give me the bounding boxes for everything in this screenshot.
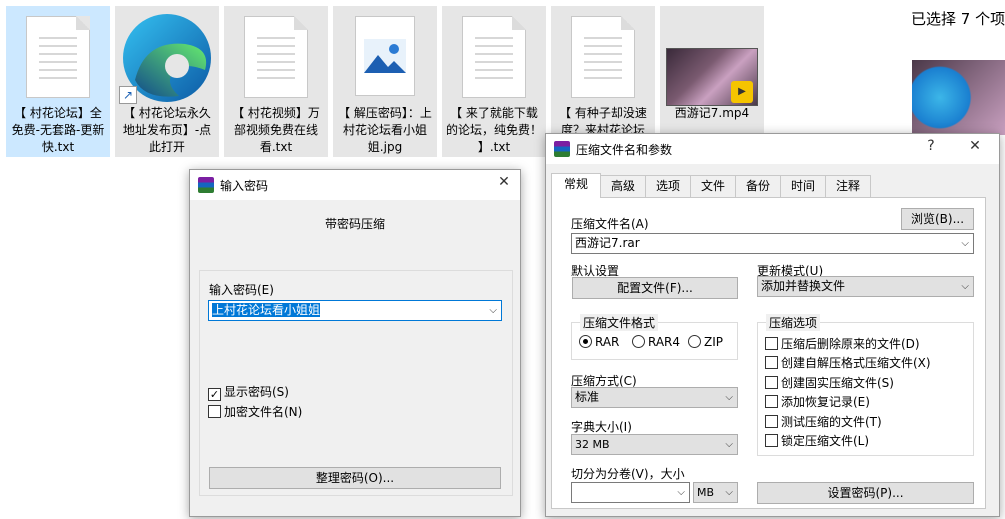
- file-caption: 【 来了就能下载的论坛，纯免费！ 】.txt: [445, 106, 542, 154]
- tab-backup[interactable]: 备份: [735, 175, 781, 197]
- password-label: 输入密码(E): [209, 283, 274, 297]
- checkbox-box[interactable]: ✓: [208, 388, 221, 401]
- format-group-label: 压缩文件格式: [580, 314, 659, 331]
- file-caption: 【 解压密码】：上村花论坛看小姐姐.jpg: [338, 106, 432, 154]
- file-caption: 【 村花论坛永久地址发布页】-点此打开: [122, 106, 212, 154]
- edge-browser-icon: ↗: [115, 10, 219, 104]
- set-password-button[interactable]: 设置密码(P)...: [757, 482, 974, 504]
- selection-summary: 已选择 7 个项: [911, 10, 1005, 28]
- file-tile-1[interactable]: ↗ 【 村花论坛永久地址发布页】-点此打开: [115, 6, 219, 157]
- split-size-input[interactable]: ⌵: [571, 482, 690, 503]
- preview-thumbnail: [912, 60, 1005, 135]
- method-select[interactable]: 标准 ⌵: [571, 387, 738, 408]
- split-volumes-label: 切分为分卷(V)，大小: [571, 467, 685, 481]
- tab-general[interactable]: 常规: [551, 173, 601, 198]
- dict-size-label: 字典大小(I): [571, 420, 632, 434]
- option-test[interactable]: 测试压缩的文件(T): [765, 413, 882, 430]
- file-tile-2[interactable]: 【 村花视频】万部视频免费在线看.txt: [224, 6, 328, 157]
- player-badge-icon: ▶: [731, 81, 753, 103]
- chevron-down-icon[interactable]: ⌵: [677, 483, 685, 502]
- option-delete-after[interactable]: 压缩后删除原来的文件(D): [765, 335, 920, 352]
- checkbox-box[interactable]: [765, 395, 778, 408]
- radio-dot[interactable]: [632, 335, 645, 348]
- option-sfx[interactable]: 创建自解压格式压缩文件(X): [765, 354, 931, 371]
- tab-comment[interactable]: 注释: [825, 175, 871, 197]
- archive-dialog-title: 压缩文件名和参数: [576, 143, 673, 157]
- checkbox-box[interactable]: [765, 356, 778, 369]
- checkbox-box[interactable]: [765, 337, 778, 350]
- option-lock[interactable]: 锁定压缩文件(L): [765, 432, 869, 449]
- text-file-icon: [442, 10, 546, 104]
- radio-dot[interactable]: [579, 335, 592, 348]
- close-icon[interactable]: ✕: [492, 174, 516, 190]
- tab-time[interactable]: 时间: [780, 175, 826, 197]
- file-tile-3[interactable]: 【 解压密码】：上村花论坛看小姐姐.jpg: [333, 6, 437, 157]
- password-input[interactable]: 上村花论坛看小姐姐 ⌵: [208, 300, 502, 321]
- chevron-down-icon[interactable]: ⌵: [725, 435, 733, 454]
- checkbox-box[interactable]: [765, 434, 778, 447]
- video-thumbnail: ▶: [660, 10, 764, 106]
- organize-passwords-button[interactable]: 整理密码(O)...: [209, 467, 501, 489]
- help-icon[interactable]: ?: [919, 138, 943, 154]
- password-dialog-heading: 带密码压缩: [324, 217, 385, 231]
- checkbox-box[interactable]: [765, 376, 778, 389]
- text-file-icon: [224, 10, 328, 104]
- chevron-down-icon[interactable]: ⌵: [961, 277, 969, 296]
- chevron-down-icon[interactable]: ⌵: [489, 301, 497, 320]
- profiles-button[interactable]: 配置文件(F)...: [572, 277, 738, 299]
- text-file-icon: [551, 10, 655, 104]
- split-unit-select[interactable]: MB ⌵: [693, 482, 738, 503]
- file-tile-4[interactable]: 【 来了就能下载的论坛，纯免费！ 】.txt: [442, 6, 546, 157]
- option-recovery-record[interactable]: 添加恢复记录(E): [765, 393, 870, 410]
- password-dialog-title: 输入密码: [220, 179, 269, 193]
- chevron-down-icon[interactable]: ⌵: [961, 234, 969, 253]
- tab-files[interactable]: 文件: [690, 175, 736, 197]
- format-radio-zip[interactable]: ZIP: [688, 335, 723, 349]
- format-radio-rar4[interactable]: RAR4: [632, 335, 680, 349]
- password-dialog-titlebar: 输入密码 ✕: [190, 170, 520, 200]
- winrar-icon: [198, 177, 214, 193]
- encrypt-names-checkbox[interactable]: 加密文件名(N): [208, 403, 302, 420]
- image-file-icon: [333, 10, 437, 104]
- tab-advanced[interactable]: 高级: [600, 175, 646, 197]
- close-icon[interactable]: ✕: [963, 138, 987, 154]
- file-caption: 【 村花论坛】全免费-无套路-更新快.txt: [11, 106, 105, 154]
- password-dialog: 输入密码 ✕ 带密码压缩 输入密码(E) 上村花论坛看小姐姐 ⌵ ✓ 显示密码(S…: [189, 169, 521, 517]
- archive-options-label: 压缩选项: [766, 314, 821, 331]
- show-password-checkbox[interactable]: ✓ 显示密码(S): [208, 383, 289, 401]
- archive-name-label: 压缩文件名(A): [571, 217, 649, 231]
- tab-options[interactable]: 选项: [645, 175, 691, 197]
- file-caption: 西游记7.mp4: [674, 106, 750, 120]
- checkbox-box[interactable]: [208, 405, 221, 418]
- chevron-down-icon[interactable]: ⌵: [725, 483, 733, 502]
- winrar-icon: [554, 141, 570, 157]
- text-file-icon: [6, 10, 110, 104]
- chevron-down-icon[interactable]: ⌵: [725, 388, 733, 407]
- password-value: 上村花论坛看小姐姐: [212, 303, 321, 317]
- option-solid[interactable]: 创建固实压缩文件(S): [765, 374, 894, 391]
- browse-button[interactable]: 浏览(B)...: [901, 208, 974, 230]
- archive-name-input[interactable]: 西游记7.rar ⌵: [571, 233, 974, 254]
- checkbox-box[interactable]: [765, 415, 778, 428]
- dict-size-select[interactable]: 32 MB ⌵: [571, 434, 738, 455]
- radio-dot[interactable]: [688, 335, 701, 348]
- format-radio-rar[interactable]: RAR: [579, 335, 619, 349]
- archive-dialog-titlebar: 压缩文件名和参数 ? ✕: [546, 134, 999, 164]
- shortcut-arrow-icon: ↗: [119, 86, 137, 104]
- file-caption: 【 村花视频】万部视频免费在线看.txt: [232, 106, 320, 154]
- file-tile-0[interactable]: 【 村花论坛】全免费-无套路-更新快.txt: [6, 6, 110, 157]
- update-mode-select[interactable]: 添加并替换文件 ⌵: [757, 276, 974, 297]
